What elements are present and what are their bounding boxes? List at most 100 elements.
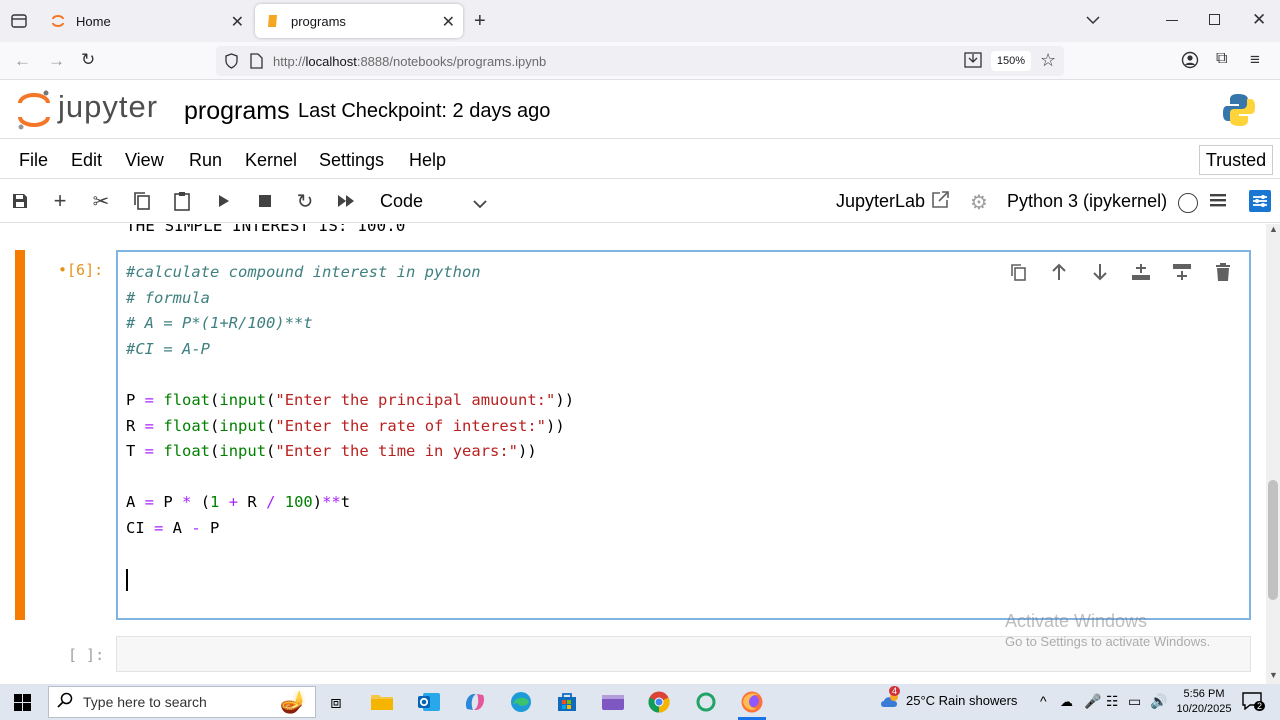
onedrive-icon[interactable]: ☁: [1060, 694, 1073, 710]
restart-run-all-icon[interactable]: [335, 190, 357, 212]
code-content[interactable]: #calculate compound interest in python #…: [126, 260, 574, 593]
taskbar-clock[interactable]: 5:56 PM 10/20/2025: [1174, 687, 1234, 717]
microsoft-store-icon[interactable]: [553, 688, 581, 716]
task-view-icon[interactable]: ⧈: [322, 688, 350, 716]
menu-run[interactable]: Run: [189, 150, 222, 171]
minimize-window-icon[interactable]: [1166, 20, 1178, 21]
insert-cell-below-icon[interactable]: [1168, 260, 1196, 284]
browser-menu-icon[interactable]: ≡: [1250, 50, 1260, 70]
weather-text[interactable]: 25°C Rain showers: [906, 693, 1017, 708]
restart-kernel-icon[interactable]: ↻: [294, 190, 316, 213]
outlook-icon[interactable]: [415, 688, 443, 716]
close-window-icon[interactable]: ✕: [1252, 10, 1266, 30]
microphone-icon[interactable]: 🎤: [1084, 693, 1101, 710]
battery-icon[interactable]: ▭: [1128, 693, 1141, 710]
url-text[interactable]: http://localhost:8888/notebooks/programs…: [273, 54, 546, 69]
kernel-settings-gear-icon[interactable]: ⚙: [970, 190, 988, 215]
scroll-down-arrow-icon[interactable]: ▼: [1269, 670, 1278, 680]
code-line-6: P = float(input("Enter the principal amu…: [126, 390, 575, 409]
jupyter-logo-icon[interactable]: [16, 89, 52, 136]
menu-bar: File Edit View Run Kernel Settings Help …: [0, 140, 1280, 179]
chrome-icon[interactable]: [645, 688, 673, 716]
paste-cell-icon[interactable]: [171, 190, 193, 212]
add-cell-icon[interactable]: +: [49, 188, 71, 213]
menu-file[interactable]: File: [19, 150, 48, 171]
last-checkpoint: Last Checkpoint: 2 days ago: [298, 100, 551, 122]
move-cell-down-icon[interactable]: [1086, 260, 1114, 284]
trusted-indicator[interactable]: Trusted: [1199, 145, 1273, 175]
restore-window-icon[interactable]: [1209, 14, 1220, 25]
tab-home[interactable]: Home ✕: [40, 4, 252, 38]
code-line-1: #calculate compound interest in python: [126, 263, 481, 281]
clock-date: 10/20/2025: [1176, 703, 1232, 715]
download-page-icon[interactable]: [964, 52, 982, 73]
account-icon[interactable]: [1181, 51, 1199, 74]
shield-icon[interactable]: [224, 53, 239, 74]
open-jupyterlab-link[interactable]: JupyterLab: [836, 191, 925, 212]
menu-edit[interactable]: Edit: [71, 150, 102, 171]
jupyter-logo-text[interactable]: jupyter: [58, 89, 158, 125]
tab-programs[interactable]: programs ✕: [255, 4, 463, 38]
show-hidden-icons-chevron-icon[interactable]: ^: [1040, 693, 1047, 709]
file-explorer-icon[interactable]: [368, 688, 396, 716]
previous-cell-output: THE SIMPLE INTEREST IS: 100.0: [126, 224, 406, 235]
external-link-icon[interactable]: [930, 190, 950, 215]
insert-cell-above-icon[interactable]: [1127, 260, 1155, 284]
save-icon[interactable]: [9, 190, 31, 212]
edge-browser-icon[interactable]: [507, 688, 535, 716]
notebook-scrollbar[interactable]: ▲ ▼: [1266, 224, 1280, 684]
page-info-icon[interactable]: [250, 53, 263, 74]
run-cell-icon[interactable]: [213, 190, 235, 212]
move-cell-up-icon[interactable]: [1045, 260, 1073, 284]
code-cell-editor[interactable]: #calculate compound interest in python #…: [116, 250, 1251, 620]
interrupt-kernel-icon[interactable]: [254, 190, 276, 212]
browser-tab-bar: Home ✕ programs ✕ + ✕: [0, 0, 1280, 42]
delete-cell-icon[interactable]: [1209, 260, 1237, 284]
extensions-puzzle-icon[interactable]: ⧉: [1216, 50, 1227, 68]
menu-view[interactable]: View: [125, 150, 164, 171]
code-line-7: R = float(input("Enter the rate of inter…: [126, 416, 565, 435]
menu-settings[interactable]: Settings: [319, 150, 384, 171]
clipchamp-icon[interactable]: [599, 688, 627, 716]
reload-icon[interactable]: ↻: [81, 50, 95, 70]
bookmark-star-icon[interactable]: ☆: [1040, 50, 1056, 71]
tab-overview-icon[interactable]: [10, 12, 28, 35]
notebook-favicon: [265, 13, 281, 29]
search-icon: [57, 692, 73, 713]
cut-cell-icon[interactable]: ✂: [90, 190, 112, 213]
search-highlight-icon[interactable]: 🪔: [280, 689, 307, 715]
refresh-app-icon[interactable]: [692, 688, 720, 716]
notebook-panel: THE SIMPLE INTEREST IS: 100.0 •[6]: #cal…: [0, 224, 1266, 684]
menu-help[interactable]: Help: [409, 150, 446, 171]
active-cell-indicator[interactable]: [15, 250, 25, 620]
kernel-name[interactable]: Python 3 (ipykernel): [1007, 191, 1167, 212]
chevron-down-icon[interactable]: [473, 196, 487, 214]
back-arrow-icon[interactable]: ←: [14, 51, 31, 71]
zoom-level[interactable]: 150%: [991, 51, 1031, 71]
code-line-8: T = float(input("Enter the time in years…: [126, 442, 537, 461]
cell-type-select[interactable]: Code: [380, 191, 423, 212]
scrollbar-thumb[interactable]: [1268, 480, 1278, 600]
scroll-up-arrow-icon[interactable]: ▲: [1269, 224, 1278, 234]
duplicate-cell-icon[interactable]: [1004, 260, 1032, 284]
property-inspector-icon[interactable]: [1249, 190, 1271, 217]
forward-arrow-icon[interactable]: →: [48, 51, 65, 71]
url-bar[interactable]: http://localhost:8888/notebooks/programs…: [216, 46, 1064, 76]
copilot-icon[interactable]: [461, 688, 489, 716]
close-tab-icon[interactable]: ✕: [442, 12, 455, 32]
code-line-3: # A = P*(1+R/100)**t: [126, 314, 313, 333]
clock-time: 5:56 PM: [1183, 688, 1225, 700]
notebook-title[interactable]: programs: [184, 97, 290, 126]
hamburger-menu-icon[interactable]: [1209, 191, 1227, 214]
firefox-icon[interactable]: [738, 688, 766, 716]
volume-icon[interactable]: 🔊: [1150, 693, 1167, 710]
new-tab-icon[interactable]: +: [474, 10, 486, 33]
windows-start-icon[interactable]: [14, 694, 31, 716]
taskbar-search-box[interactable]: Type here to search 🪔: [48, 686, 316, 718]
close-tab-icon[interactable]: ✕: [231, 12, 244, 32]
menu-kernel[interactable]: Kernel: [245, 150, 297, 171]
list-tabs-chevron-icon[interactable]: [1086, 12, 1100, 30]
copy-cell-icon[interactable]: [131, 190, 153, 212]
network-icon[interactable]: ☷: [1106, 693, 1119, 710]
code-line-10: A = P * (1 + R / 100)**t: [126, 493, 351, 512]
